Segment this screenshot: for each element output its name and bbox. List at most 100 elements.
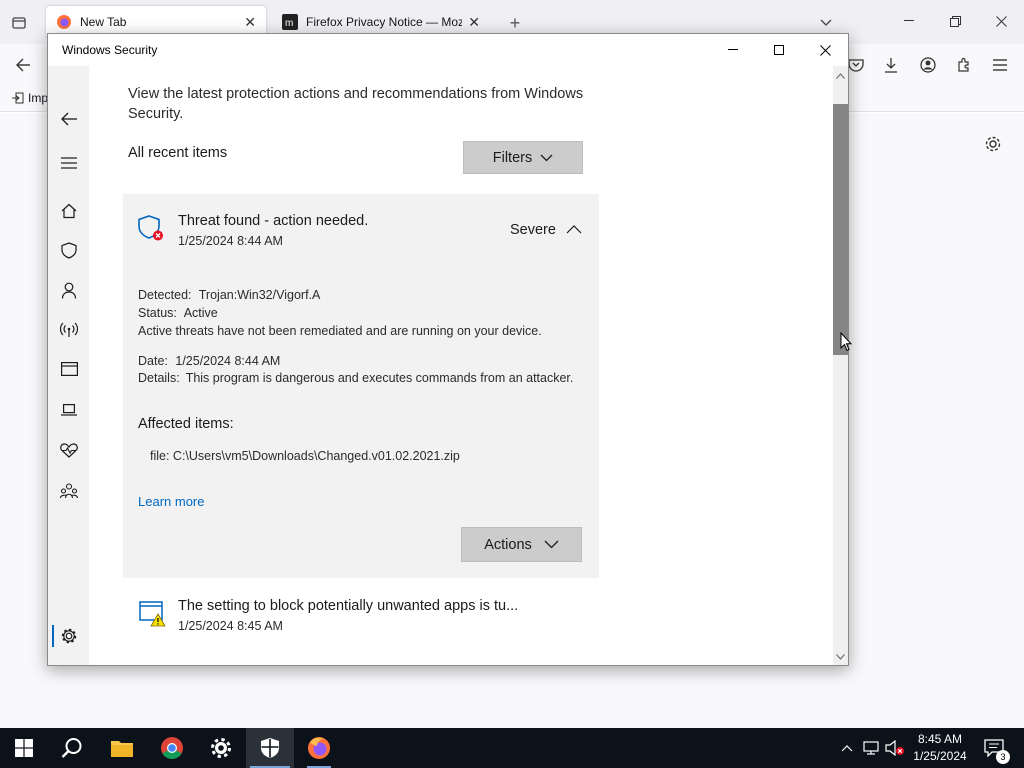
- scroll-down-arrow-icon[interactable]: [833, 649, 848, 664]
- close-tab-icon[interactable]: ✕: [244, 14, 256, 31]
- actions-label: Actions: [484, 536, 532, 553]
- tab-overview-icon[interactable]: [8, 12, 30, 34]
- scrollbar-thumb[interactable]: [833, 104, 848, 355]
- mouse-pointer-icon: [840, 332, 852, 352]
- settings-gear-icon[interactable]: [982, 133, 1004, 155]
- new-tab-plus-icon[interactable]: +: [504, 12, 526, 34]
- tab-title: New Tab: [80, 15, 127, 29]
- chevron-up-icon[interactable]: [566, 224, 582, 234]
- windows-logo-icon: [15, 739, 33, 757]
- date-row: Date: 1/25/2024 8:44 AM: [138, 352, 280, 370]
- severity-label: Severe: [510, 222, 556, 238]
- tab-title: Firefox Privacy Notice — Mozilla: [306, 15, 463, 29]
- affected-file-path: file: C:\Users\vm5\Downloads\Changed.v01…: [150, 449, 460, 463]
- list-tabs-chevron-icon[interactable]: [815, 12, 837, 34]
- date-value: 1/25/2024 8:44 AM: [175, 354, 281, 368]
- taskbar-file-explorer[interactable]: [98, 728, 146, 768]
- detected-label: Detected:: [138, 288, 192, 302]
- history-item-pua-setting[interactable]: The setting to block potentially unwante…: [123, 591, 599, 651]
- page-heading-clipped: [128, 66, 132, 78]
- details-label: Details:: [138, 371, 180, 385]
- heart-pulse-icon: [60, 442, 78, 458]
- nav-device-security[interactable]: [56, 397, 82, 423]
- nav-family-options[interactable]: [56, 478, 82, 504]
- downloads-icon[interactable]: [880, 54, 902, 76]
- extensions-icon[interactable]: [953, 54, 975, 76]
- nav-virus-protection[interactable]: [56, 237, 82, 263]
- status-note: Active threats have not been remediated …: [138, 324, 542, 338]
- person-icon: [61, 282, 77, 299]
- window-minimize-button[interactable]: [710, 34, 756, 66]
- nav-device-performance[interactable]: [56, 437, 82, 463]
- bookmark-import[interactable]: Imp: [12, 91, 48, 105]
- taskbar: 8:45 AM 1/25/2024 3: [0, 728, 1024, 768]
- laptop-icon: [61, 404, 77, 416]
- app-menu-icon[interactable]: [989, 54, 1011, 76]
- import-icon: [12, 92, 24, 104]
- family-icon: [60, 483, 78, 499]
- history-item-title: The setting to block potentially unwante…: [178, 598, 519, 614]
- window-close-button[interactable]: [802, 34, 848, 66]
- filters-button[interactable]: Filters: [463, 141, 583, 174]
- mozilla-icon: m: [282, 14, 298, 30]
- hamburger-menu-icon: [61, 157, 77, 169]
- threat-card-expanded: Threat found - action needed. 1/25/2024 …: [123, 194, 599, 578]
- nav-firewall-network[interactable]: [56, 317, 82, 343]
- app-window-icon: [60, 362, 78, 376]
- gear-icon: [211, 738, 231, 758]
- filters-label: Filters: [492, 149, 533, 166]
- tray-network[interactable]: [860, 728, 882, 768]
- nav-home[interactable]: [56, 198, 82, 224]
- taskbar-windows-security[interactable]: [246, 728, 294, 768]
- start-button[interactable]: [0, 728, 48, 768]
- scroll-up-arrow-icon[interactable]: [833, 68, 848, 83]
- actions-button[interactable]: Actions: [461, 527, 582, 562]
- chevron-down-icon: [544, 540, 559, 549]
- minimize-icon: [728, 49, 738, 50]
- protection-history-content: View the latest protection actions and r…: [89, 66, 833, 665]
- account-icon[interactable]: [917, 54, 939, 76]
- maximize-icon: [774, 45, 784, 55]
- svg-text:m: m: [285, 18, 293, 29]
- nav-settings[interactable]: [56, 623, 82, 649]
- back-arrow-icon[interactable]: [12, 54, 34, 76]
- learn-more-link[interactable]: Learn more: [138, 494, 204, 509]
- show-hidden-icons[interactable]: [838, 728, 856, 768]
- tray-volume[interactable]: [884, 728, 906, 768]
- taskbar-settings[interactable]: [197, 728, 245, 768]
- volume-muted-icon: [885, 740, 904, 756]
- details-value: This program is dangerous and executes c…: [185, 371, 574, 385]
- back-button[interactable]: [56, 106, 82, 132]
- active-nav-indicator: [52, 625, 54, 647]
- nav-app-browser-control[interactable]: [56, 356, 82, 382]
- browser-close-icon[interactable]: [990, 10, 1012, 32]
- shield-threat-icon: [138, 215, 163, 241]
- folder-icon: [111, 741, 133, 757]
- shield-icon: [61, 241, 77, 259]
- taskbar-firefox[interactable]: [295, 728, 343, 768]
- clock-time: 8:45 AM: [917, 732, 963, 746]
- nav-account-protection[interactable]: [56, 277, 82, 303]
- detected-row: Detected: Trojan:Win32/Vigorf.A: [138, 286, 320, 304]
- taskbar-search[interactable]: [48, 728, 96, 768]
- search-icon: [61, 738, 82, 758]
- date-label: Date:: [138, 354, 168, 368]
- taskbar-chrome[interactable]: [148, 728, 196, 768]
- menu-button[interactable]: [56, 150, 82, 176]
- vertical-scrollbar[interactable]: [833, 66, 848, 665]
- clock-date: 1/25/2024: [913, 749, 967, 763]
- browser-restore-icon[interactable]: [944, 10, 966, 32]
- notification-count-badge: 3: [996, 750, 1010, 764]
- network-icon: [863, 741, 879, 755]
- window-maximize-button[interactable]: [756, 34, 802, 66]
- threat-title[interactable]: Threat found - action needed.: [178, 213, 368, 229]
- home-icon: [61, 203, 77, 219]
- taskbar-clock[interactable]: 8:45 AM 1/25/2024: [905, 731, 975, 765]
- window-titlebar: Windows Security: [48, 34, 848, 66]
- close-tab-icon[interactable]: ✕: [468, 14, 480, 31]
- bookmark-label: Imp: [28, 91, 49, 105]
- chevron-up-icon: [841, 744, 853, 751]
- gear-icon: [61, 628, 77, 644]
- browser-minimize-icon[interactable]: [898, 10, 920, 32]
- status-label: Status:: [138, 306, 177, 320]
